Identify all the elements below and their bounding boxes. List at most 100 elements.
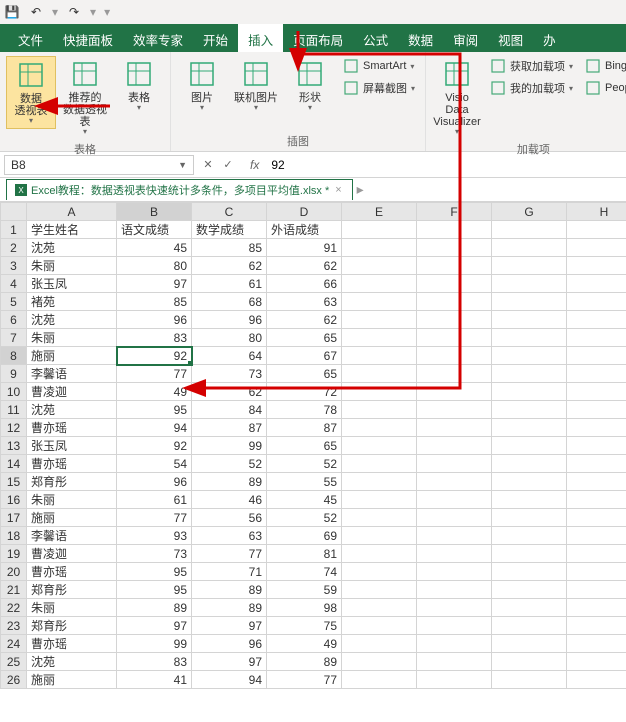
shapes-button[interactable]: 形状▾ xyxy=(285,56,335,115)
cell-G26[interactable] xyxy=(492,671,567,689)
row-header-12[interactable]: 12 xyxy=(1,419,27,437)
row-header-6[interactable]: 6 xyxy=(1,311,27,329)
cell-F7[interactable] xyxy=(417,329,492,347)
cell-B11[interactable]: 95 xyxy=(117,401,192,419)
cell-G8[interactable] xyxy=(492,347,567,365)
cell-F6[interactable] xyxy=(417,311,492,329)
cell-H23[interactable] xyxy=(567,617,626,635)
cell-E18[interactable] xyxy=(342,527,417,545)
tab-审阅[interactable]: 审阅 xyxy=(443,24,488,52)
row-header-11[interactable]: 11 xyxy=(1,401,27,419)
cell-E15[interactable] xyxy=(342,473,417,491)
cell-F8[interactable] xyxy=(417,347,492,365)
cell-E5[interactable] xyxy=(342,293,417,311)
cell-E11[interactable] xyxy=(342,401,417,419)
cell-D7[interactable]: 65 xyxy=(267,329,342,347)
table-button[interactable]: 表格▾ xyxy=(114,56,164,115)
cell-G18[interactable] xyxy=(492,527,567,545)
cell-E10[interactable] xyxy=(342,383,417,401)
cell-B26[interactable]: 41 xyxy=(117,671,192,689)
cell-A3[interactable]: 朱丽 xyxy=(27,257,117,275)
cell-E4[interactable] xyxy=(342,275,417,293)
cell-D20[interactable]: 74 xyxy=(267,563,342,581)
cell-G13[interactable] xyxy=(492,437,567,455)
cell-H12[interactable] xyxy=(567,419,626,437)
tab-视图[interactable]: 视图 xyxy=(488,24,533,52)
cell-D23[interactable]: 75 xyxy=(267,617,342,635)
cell-F1[interactable] xyxy=(417,221,492,239)
cell-E1[interactable] xyxy=(342,221,417,239)
cell-H25[interactable] xyxy=(567,653,626,671)
cell-H21[interactable] xyxy=(567,581,626,599)
cell-B21[interactable]: 95 xyxy=(117,581,192,599)
cell-A17[interactable]: 施丽 xyxy=(27,509,117,527)
cell-B10[interactable]: 49 xyxy=(117,383,192,401)
cell-A10[interactable]: 曹凌迦 xyxy=(27,383,117,401)
cell-A11[interactable]: 沈苑 xyxy=(27,401,117,419)
cell-B13[interactable]: 92 xyxy=(117,437,192,455)
cell-F10[interactable] xyxy=(417,383,492,401)
cell-G23[interactable] xyxy=(492,617,567,635)
visio-button[interactable]: Visio DataVisualizer▾ xyxy=(432,56,482,139)
cell-D21[interactable]: 59 xyxy=(267,581,342,599)
cell-A16[interactable]: 朱丽 xyxy=(27,491,117,509)
cell-A24[interactable]: 曹亦瑶 xyxy=(27,635,117,653)
cell-C13[interactable]: 99 xyxy=(192,437,267,455)
row-header-23[interactable]: 23 xyxy=(1,617,27,635)
cell-B7[interactable]: 83 xyxy=(117,329,192,347)
cell-C5[interactable]: 68 xyxy=(192,293,267,311)
get-addins-button[interactable]: 获取加载项 ▾ xyxy=(486,56,577,76)
cell-F11[interactable] xyxy=(417,401,492,419)
cell-H22[interactable] xyxy=(567,599,626,617)
cell-D11[interactable]: 78 xyxy=(267,401,342,419)
cell-C20[interactable]: 71 xyxy=(192,563,267,581)
row-header-2[interactable]: 2 xyxy=(1,239,27,257)
col-header-E[interactable]: E xyxy=(342,203,417,221)
cell-H1[interactable] xyxy=(567,221,626,239)
my-addins-button[interactable]: 我的加载项 ▾ xyxy=(486,78,577,98)
cell-F17[interactable] xyxy=(417,509,492,527)
cell-C16[interactable]: 46 xyxy=(192,491,267,509)
cell-C24[interactable]: 96 xyxy=(192,635,267,653)
row-header-15[interactable]: 15 xyxy=(1,473,27,491)
cell-H8[interactable] xyxy=(567,347,626,365)
cell-B18[interactable]: 93 xyxy=(117,527,192,545)
cell-B20[interactable]: 95 xyxy=(117,563,192,581)
cell-D2[interactable]: 91 xyxy=(267,239,342,257)
cell-H7[interactable] xyxy=(567,329,626,347)
undo-icon[interactable]: ↶ xyxy=(28,4,44,20)
cell-F24[interactable] xyxy=(417,635,492,653)
cell-H3[interactable] xyxy=(567,257,626,275)
cell-C21[interactable]: 89 xyxy=(192,581,267,599)
cell-A4[interactable]: 张玉凤 xyxy=(27,275,117,293)
cell-F26[interactable] xyxy=(417,671,492,689)
cell-F13[interactable] xyxy=(417,437,492,455)
cell-E3[interactable] xyxy=(342,257,417,275)
cell-D14[interactable]: 52 xyxy=(267,455,342,473)
cell-F20[interactable] xyxy=(417,563,492,581)
cell-B1[interactable]: 语文成绩 xyxy=(117,221,192,239)
cell-H5[interactable] xyxy=(567,293,626,311)
cell-B6[interactable]: 96 xyxy=(117,311,192,329)
cell-F9[interactable] xyxy=(417,365,492,383)
cell-D3[interactable]: 62 xyxy=(267,257,342,275)
cell-B24[interactable]: 99 xyxy=(117,635,192,653)
cell-F4[interactable] xyxy=(417,275,492,293)
cell-C14[interactable]: 52 xyxy=(192,455,267,473)
cell-E7[interactable] xyxy=(342,329,417,347)
cell-C18[interactable]: 63 xyxy=(192,527,267,545)
cell-A12[interactable]: 曹亦瑶 xyxy=(27,419,117,437)
fx-icon[interactable]: fx xyxy=(238,158,265,172)
cell-G10[interactable] xyxy=(492,383,567,401)
cell-C25[interactable]: 97 xyxy=(192,653,267,671)
cell-H16[interactable] xyxy=(567,491,626,509)
cell-C2[interactable]: 85 xyxy=(192,239,267,257)
cancel-icon[interactable]: ✕ xyxy=(198,158,218,171)
cell-H6[interactable] xyxy=(567,311,626,329)
qat-dropdown-icon[interactable]: ▾ xyxy=(104,5,110,19)
row-header-20[interactable]: 20 xyxy=(1,563,27,581)
cell-E26[interactable] xyxy=(342,671,417,689)
cell-D10[interactable]: 72 xyxy=(267,383,342,401)
cell-G5[interactable] xyxy=(492,293,567,311)
cell-B23[interactable]: 97 xyxy=(117,617,192,635)
